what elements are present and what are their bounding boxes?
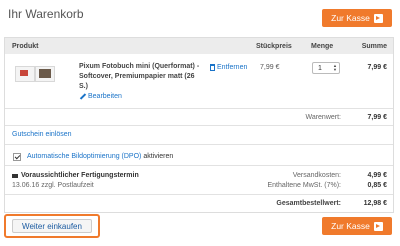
checkout-button-label: Zur Kasse [331,221,370,231]
divider [5,125,393,126]
shipping-cost: 4,99 € [367,172,387,179]
vat-label: Enthaltene MwSt. (7%): [267,182,341,189]
goods-value-label: Warenwert: [305,114,341,121]
cart-table-header: Produkt Stückpreis Menge Summe [5,38,393,54]
optimization-checkbox[interactable] [13,153,21,161]
checkout-button-bottom[interactable]: Zur Kasse [322,217,392,235]
quantity-stepper[interactable]: 1 ▲ ▼ [312,62,340,74]
continue-shopping-label: Weiter einkaufen [12,219,92,233]
grand-total: 12,98 € [363,200,387,207]
edit-label: Bearbeiten [88,93,122,100]
delivery-date: 13.06.16 zzgl. Postlaufzeit [12,182,94,189]
trash-icon [210,64,215,71]
edit-link[interactable]: Bearbeiten [79,93,122,100]
goods-value: 7,99 € [367,114,387,121]
divider [5,194,393,195]
header-quantity: Menge [311,43,334,50]
quantity-value: 1 [318,64,322,72]
grand-total-label: Gesamtbestellwert: [276,200,341,207]
optimization-suffix: aktivieren [143,153,174,160]
checkout-button-label: Zur Kasse [331,13,370,23]
item-sum: 7,99 € [367,64,387,71]
pencil-icon [79,93,86,100]
divider [5,108,393,109]
product-thumbnail [13,64,57,86]
spinner-arrows-icon[interactable]: ▲ ▼ [333,64,337,72]
product-name: Pixum Fotobuch mini (Querformat) - Softc… [79,63,200,90]
continue-shopping-button[interactable]: Weiter einkaufen [4,214,100,238]
header-unit-price: Stückpreis [256,43,292,50]
arrow-right-icon [373,221,383,231]
truck-icon [12,173,18,178]
header-product: Produkt [12,43,39,50]
cart-panel: Produkt Stückpreis Menge Summe Pixum Fot… [4,37,394,213]
voucher-link[interactable]: Gutschein einlösen [12,131,72,138]
unit-price: 7,99 € [260,64,280,71]
divider [5,165,393,166]
divider [5,144,393,145]
page-title: Ihr Warenkorb [8,7,84,21]
remove-label: Entfernen [217,64,248,71]
remove-link[interactable]: Entfernen [210,64,247,71]
header-total: Summe [361,43,387,50]
vat-amount: 0,85 € [367,182,387,189]
checkout-button-top[interactable]: Zur Kasse [322,9,392,27]
optimization-link[interactable]: Automatische Bildoptimierung (DPO) [27,153,141,160]
delivery-title: Voraussichtlicher Fertigungstermin [12,172,139,179]
shipping-label: Versandkosten: [292,172,341,179]
arrow-right-icon [373,13,383,23]
